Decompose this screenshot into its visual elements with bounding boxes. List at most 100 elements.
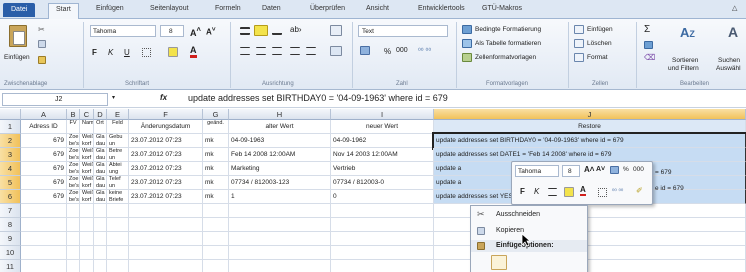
delete-cells-button[interactable]: Löschen (587, 40, 612, 47)
data-cell[interactable]: 07734 / 812003-123 (229, 176, 331, 190)
mini-size-select[interactable]: 8 (562, 165, 580, 177)
mini-fill-color-icon[interactable] (564, 187, 574, 197)
data-cell[interactable]: 679 (21, 134, 67, 148)
number-format-select[interactable]: Text (358, 25, 448, 37)
empty-cell[interactable] (229, 260, 331, 272)
find-label-1[interactable]: Suchen (718, 57, 740, 64)
data-cell[interactable]: Marketing (229, 162, 331, 176)
tab-start[interactable]: Start (48, 3, 79, 20)
empty-cell[interactable] (203, 260, 229, 272)
autosum-button[interactable]: Σ (644, 24, 650, 35)
row-header-9[interactable]: 9 (0, 232, 21, 246)
data-cell[interactable]: Gla dau (94, 148, 107, 162)
percent-button[interactable]: % (384, 47, 391, 56)
empty-cell[interactable] (331, 218, 434, 232)
collapse-ribbon-icon[interactable]: △ (732, 4, 737, 12)
empty-cell[interactable] (67, 260, 80, 272)
empty-cell[interactable] (21, 260, 67, 272)
data-cell[interactable]: Zoe be's (67, 176, 80, 190)
orientation-icon[interactable]: ab› (290, 25, 302, 34)
data-cell[interactable]: Betre un (107, 148, 129, 162)
empty-cell[interactable] (331, 204, 434, 218)
tab-überprüfen[interactable]: Überprüfen (310, 5, 345, 12)
data-cell[interactable]: Abtei ung (107, 162, 129, 176)
data-cell[interactable]: Weiß korf (80, 134, 94, 148)
row-header-3[interactable]: 3 (0, 148, 21, 162)
data-cell[interactable]: Gla dau (94, 190, 107, 204)
border-icon[interactable] (142, 48, 151, 57)
mini-italic-button[interactable]: K (534, 187, 539, 196)
data-cell[interactable]: 23.07.2012 07:23 (129, 134, 203, 148)
data-cell[interactable]: Telef un (107, 176, 129, 190)
empty-cell[interactable] (80, 218, 94, 232)
data-cell[interactable]: Zoe be's (67, 134, 80, 148)
data-cell[interactable]: mk (203, 190, 229, 204)
format-painter-icon[interactable] (38, 56, 46, 64)
mini-format-painter-icon[interactable]: ✐ (636, 186, 643, 195)
conditional-format-button[interactable]: Bedingte Formatierung (475, 26, 541, 33)
data-cell[interactable]: 23.07.2012 07:23 (129, 148, 203, 162)
select-all-corner[interactable] (0, 109, 21, 120)
empty-cell[interactable] (331, 246, 434, 260)
column-header-f[interactable]: F (129, 109, 203, 120)
data-cell[interactable]: 1 (229, 190, 331, 204)
format-table-button[interactable]: Als Tabelle formatieren (475, 40, 541, 47)
cut-icon[interactable]: ✂ (38, 25, 46, 34)
empty-cell[interactable] (80, 260, 94, 272)
empty-cell[interactable] (129, 246, 203, 260)
data-cell[interactable]: 679 (21, 190, 67, 204)
align-top-icon[interactable] (240, 27, 250, 35)
empty-cell[interactable] (80, 232, 94, 246)
data-cell[interactable]: Weiß korf (80, 176, 94, 190)
empty-cell[interactable] (129, 232, 203, 246)
empty-cell[interactable] (129, 218, 203, 232)
mini-font-select[interactable]: Tahoma (515, 165, 559, 177)
data-cell[interactable]: mk (203, 148, 229, 162)
context-item-cut[interactable]: ✂ Ausschneiden (471, 209, 587, 222)
tab-daten[interactable]: Daten (262, 5, 281, 12)
empty-cell[interactable] (94, 204, 107, 218)
data-cell[interactable]: Zoe be's (67, 190, 80, 204)
align-right-icon[interactable] (272, 47, 282, 55)
wrap-text-icon[interactable] (330, 25, 342, 36)
column-header-c[interactable]: C (80, 109, 94, 120)
empty-cell[interactable] (67, 218, 80, 232)
empty-cell[interactable] (21, 246, 67, 260)
empty-cell[interactable] (67, 204, 80, 218)
align-center-icon[interactable] (256, 47, 266, 55)
empty-cell[interactable] (229, 246, 331, 260)
mini-center-icon[interactable] (548, 188, 557, 196)
data-cell[interactable]: update addresses set BIRTHDAY0 = '04-09-… (432, 132, 746, 150)
empty-cell[interactable] (80, 204, 94, 218)
empty-cell[interactable] (229, 204, 331, 218)
empty-cell[interactable] (229, 232, 331, 246)
cell-styles-button[interactable]: Zellenformatvorlagen (475, 54, 536, 61)
copy-icon[interactable] (38, 40, 46, 48)
data-cell[interactable]: mk (203, 176, 229, 190)
empty-cell[interactable] (67, 232, 80, 246)
row-header-4[interactable]: 4 (0, 162, 21, 176)
empty-cell[interactable] (203, 204, 229, 218)
data-cell[interactable]: 23.07.2012 07:23 (129, 176, 203, 190)
tab-datei[interactable]: Datei (3, 3, 36, 17)
bold-button[interactable]: F (92, 48, 97, 57)
formula-input[interactable]: update addresses set BIRTHDAY0 = '04-09-… (188, 93, 448, 103)
data-cell[interactable]: 23.07.2012 07:23 (129, 162, 203, 176)
empty-cell[interactable] (203, 232, 229, 246)
align-middle-icon[interactable] (254, 25, 268, 36)
empty-cell[interactable] (80, 246, 94, 260)
tab-einfügen[interactable]: Einfügen (96, 5, 124, 12)
indent-increase-icon[interactable] (306, 47, 316, 55)
data-cell[interactable]: update addresses set DATE1 = 'Feb 14 200… (434, 148, 746, 162)
data-cell[interactable]: 679 (21, 162, 67, 176)
data-cell[interactable]: keine Briefe (107, 190, 129, 204)
column-header-d[interactable]: D (94, 109, 107, 120)
tab-ansicht[interactable]: Ansicht (366, 5, 389, 12)
empty-cell[interactable] (107, 204, 129, 218)
data-cell[interactable]: Nov 14 2003 12:00AM (331, 148, 434, 162)
empty-cell[interactable] (107, 218, 129, 232)
merge-center-icon[interactable] (330, 46, 342, 56)
column-header-e[interactable]: E (107, 109, 129, 120)
column-header-a[interactable]: A (21, 109, 67, 120)
column-header-j[interactable]: J (434, 109, 746, 120)
